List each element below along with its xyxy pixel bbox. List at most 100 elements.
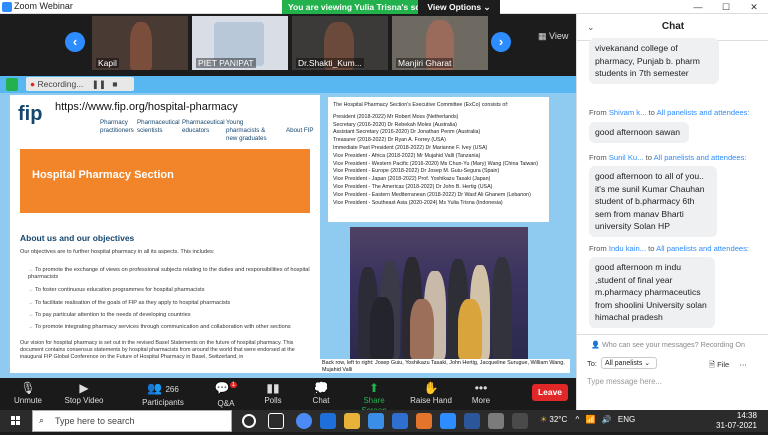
network-icon[interactable]: 📶	[586, 415, 596, 424]
participant-name: PIET PANIPAT	[196, 58, 256, 68]
objective-item: To promote the exchange of views on prof…	[28, 267, 316, 281]
participant-name: Manjiri Gharat	[396, 58, 454, 68]
participants-icon: 👥 266	[147, 381, 179, 395]
nav-item[interactable]: About FIP	[286, 127, 320, 135]
chat-button[interactable]: 💭 Chat	[306, 380, 336, 408]
volume-icon[interactable]: 🔊	[602, 415, 612, 424]
app-icon[interactable]	[416, 413, 432, 429]
people-icon: 👤	[591, 340, 600, 349]
nav-item[interactable]: Pharmaceutical educators	[182, 119, 225, 135]
recording-label: Recording...	[37, 79, 84, 89]
chat-message: good afternoon m indu ,student of final …	[589, 257, 715, 328]
view-options-button[interactable]: View Options ⌄	[418, 0, 500, 14]
chat-label: Chat	[312, 396, 330, 405]
app-icon[interactable]	[512, 413, 528, 429]
fip-logo: fip	[18, 103, 43, 125]
minimize-icon[interactable]: —	[684, 0, 712, 14]
security-shield-icon	[6, 78, 18, 91]
stop-video-button[interactable]: ▶ Stop Video	[60, 380, 108, 408]
participants-label: Participants	[142, 398, 184, 407]
objective-item: To facilitate realisation of the goals o…	[28, 300, 316, 307]
section-banner: Hospital Pharmacy Section	[20, 149, 310, 213]
app-icon[interactable]	[488, 413, 504, 429]
objective-item: To pay particular attention to the needs…	[28, 312, 316, 319]
video-tile[interactable]: Kapil	[92, 16, 188, 70]
language-indicator[interactable]: ENG	[618, 415, 635, 424]
word-icon[interactable]	[464, 413, 480, 429]
mail-icon[interactable]	[392, 413, 408, 429]
section-title: Hospital Pharmacy Section	[32, 169, 174, 181]
gallery-next-button[interactable]: ›	[491, 32, 511, 52]
polls-button[interactable]: ▮▮ Polls	[258, 380, 288, 408]
chrome-icon[interactable]	[296, 413, 312, 429]
task-view-icon[interactable]	[268, 413, 284, 429]
temperature: 32°C	[549, 415, 568, 424]
objective-item: To promote integrating pharmacy services…	[28, 324, 316, 331]
chat-message: good afternoon sawan	[589, 122, 689, 143]
viewing-banner: You are viewing Yulia Trisna's screen Vi…	[282, 0, 500, 14]
vision-paragraph: Our vision for hospital pharmacy is set …	[20, 340, 295, 360]
file-button[interactable]: 🗎 File ⋯	[709, 359, 747, 372]
share-screen-button[interactable]: ⬆ Share Screen	[350, 380, 398, 415]
zoom-taskbar-icon[interactable]	[440, 413, 456, 429]
polls-label: Polls	[264, 396, 282, 405]
view-button[interactable]: ▦ View	[538, 31, 572, 45]
taskbar-clock[interactable]: 14:38 31-07-2021	[716, 411, 757, 431]
raise-hand-label: Raise Hand	[410, 396, 452, 405]
windows-start-button[interactable]	[0, 410, 32, 432]
chat-sender: From Indu kain... to All panelists and a…	[589, 244, 750, 253]
excom-member: Assistant Secretary (2016-2020) Dr Jonat…	[333, 129, 481, 136]
excom-panel: The Hospital Pharmacy Section's Executiv…	[328, 97, 549, 222]
store-icon[interactable]	[368, 413, 384, 429]
excom-member: Immediate Past President (2018-2022) Dr …	[333, 144, 488, 151]
chat-message: vivekanand college of pharmacy, Punjab b…	[589, 38, 719, 84]
maximize-icon[interactable]: ☐	[712, 0, 740, 14]
more-label: More	[471, 396, 491, 405]
unmute-button[interactable]: 🎙 Unmute	[6, 380, 50, 408]
chat-input[interactable]: Type message here...	[587, 377, 662, 386]
taskbar-search[interactable]: ⌕ Type here to search	[32, 410, 232, 432]
excom-member: Vice President - Southeast Asia (2020-20…	[333, 199, 503, 206]
nav-item[interactable]: Pharmaceutical scientists	[137, 119, 180, 135]
gallery-prev-button[interactable]: ‹	[65, 32, 85, 52]
clock-date: 31-07-2021	[716, 421, 757, 430]
chevron-up-icon[interactable]: ^	[576, 415, 580, 424]
recording-bar: ● Recording... ❚❚ ■	[0, 76, 576, 93]
more-icon: •••	[474, 381, 488, 395]
excom-intro: The Hospital Pharmacy Section's Executiv…	[333, 102, 509, 108]
objective-item: To foster continuous education programme…	[28, 287, 316, 294]
video-tile[interactable]: Manjiri Gharat	[392, 16, 488, 70]
file-explorer-icon[interactable]	[344, 413, 360, 429]
stop-recording-icon[interactable]: ■	[112, 79, 117, 89]
windows-taskbar: ⌕ Type here to search ☀ 32°C ^ 📶 🔊 ENG 1…	[0, 410, 768, 432]
chat-title: Chat	[661, 21, 685, 32]
video-tile[interactable]: Dr.Shakti_Kum...	[292, 16, 388, 70]
close-icon[interactable]: ✕	[740, 0, 768, 14]
chat-visibility-label: Who can see your messages? Recording On	[601, 340, 745, 349]
excom-member: Treasurer (2018-2022) Dr Ryan A. Forrey …	[333, 137, 446, 144]
leave-button[interactable]: Leave	[532, 384, 568, 401]
about-heading: About us and our objectives	[20, 233, 135, 243]
recipient-select[interactable]: All panelists ⌄	[601, 357, 657, 369]
file-label: File	[717, 360, 730, 369]
chat-icon: 💭	[313, 381, 329, 395]
edge-icon[interactable]	[320, 413, 336, 429]
chat-visibility-note[interactable]: 👤 Who can see your messages? Recording O…	[591, 340, 745, 349]
more-options-icon[interactable]: ⋯	[739, 360, 747, 369]
nav-item[interactable]: Pharmacy practitioners	[100, 119, 134, 135]
cortana-icon[interactable]	[242, 414, 256, 428]
video-tile[interactable]: PIET PANIPAT	[192, 16, 288, 70]
group-photo	[350, 227, 528, 359]
more-button[interactable]: ••• More	[466, 380, 496, 408]
polls-icon: ▮▮	[266, 381, 280, 395]
meeting-toolbar: 🎙 Unmute ▶ Stop Video 👥 266 Participants…	[0, 378, 576, 415]
participants-button[interactable]: 👥 266 Participants	[138, 380, 188, 408]
pause-recording-icon[interactable]: ❚❚	[92, 79, 106, 89]
qa-button[interactable]: 💬 1 Q&A	[212, 380, 240, 408]
excom-member: President (2018-2022) Mr Robert Moss (Ne…	[333, 113, 459, 120]
excom-member: Vice President - The Americas (2018-2022…	[333, 183, 493, 190]
to-label: To:	[587, 359, 598, 368]
nav-item[interactable]: Young pharmacists & new graduates	[226, 119, 276, 143]
recording-dot-icon: ●	[30, 79, 36, 89]
raise-hand-button[interactable]: ✋ Raise Hand	[410, 380, 452, 408]
